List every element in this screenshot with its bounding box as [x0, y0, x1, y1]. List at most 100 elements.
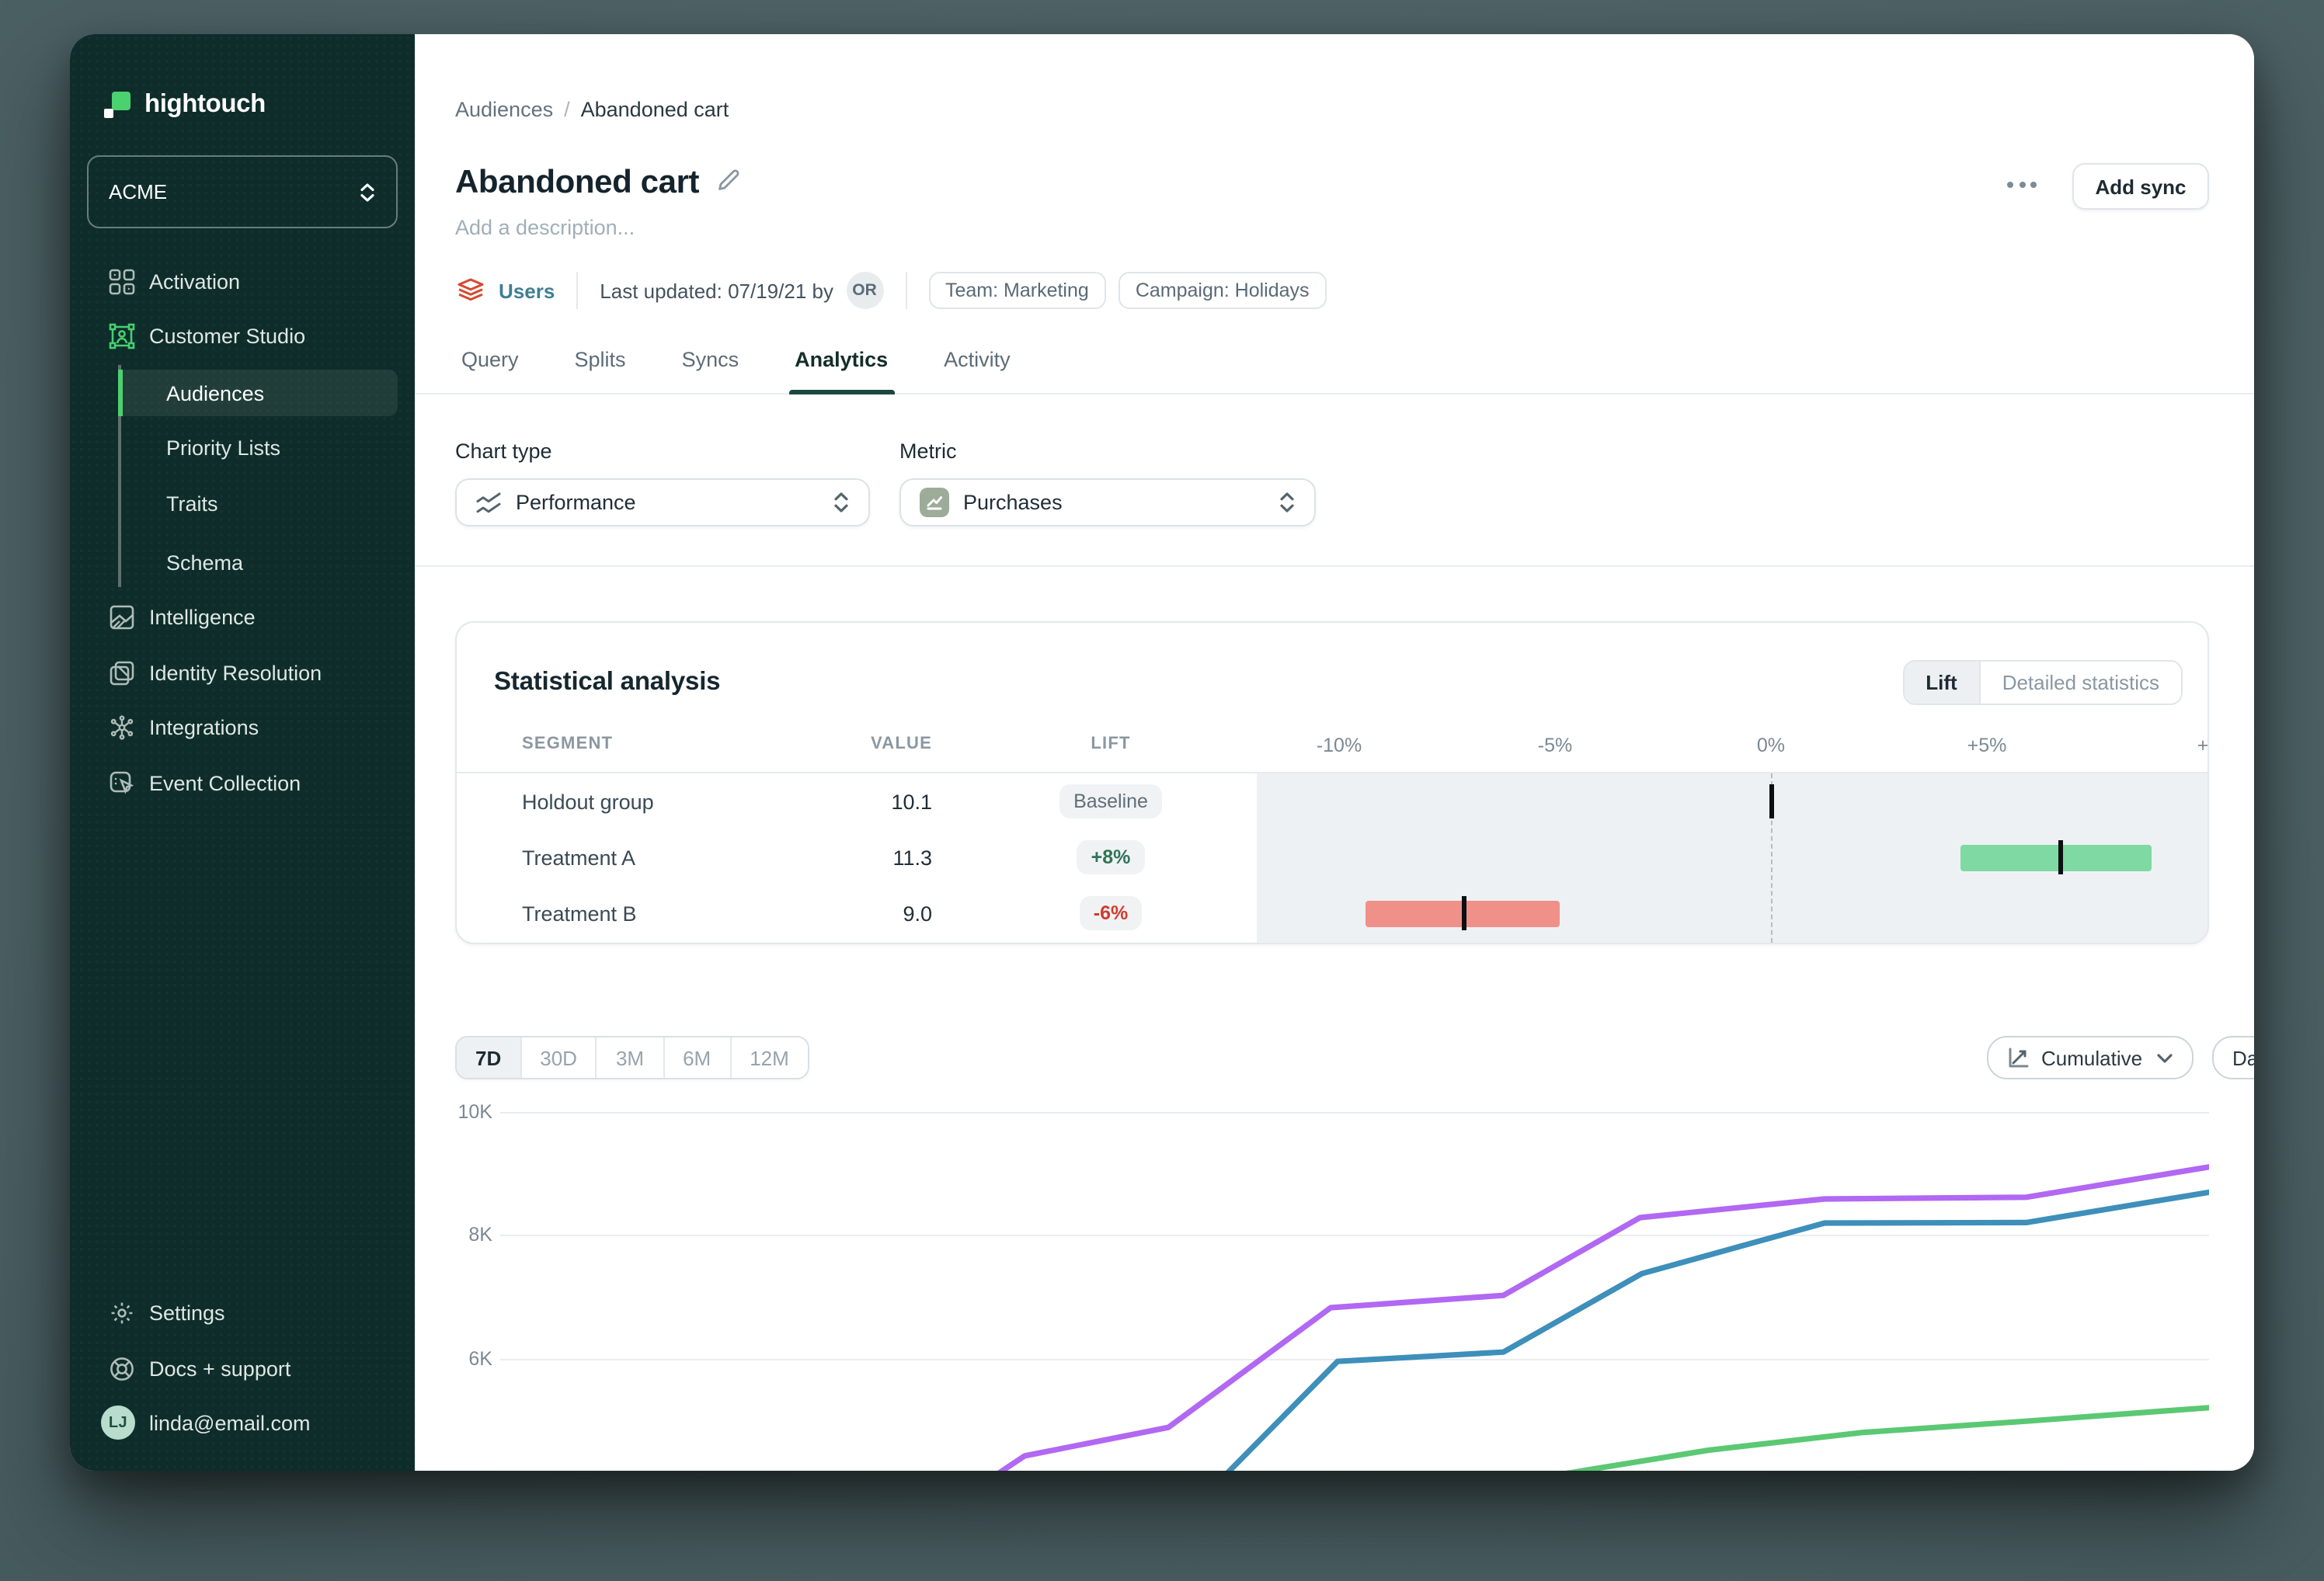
chart-type-select[interactable]: Performance [455, 478, 870, 526]
sidebar-item-integrations[interactable]: Integrations [70, 699, 415, 755]
tab-query[interactable]: Query [461, 343, 519, 393]
toggle-lift[interactable]: Lift [1904, 661, 1981, 703]
metric-select[interactable]: Purchases [899, 478, 1316, 526]
granularity-value: Daily [2232, 1046, 2254, 1069]
sidebar-item-label: Traits [166, 492, 218, 515]
sidebar-item-priority-lists[interactable]: Priority Lists [70, 419, 415, 475]
ytick-10k: 10K [457, 1101, 493, 1123]
stat-card-title: Statistical analysis [494, 667, 721, 695]
stat-card-header: Statistical analysis Lift Detailed stati… [457, 623, 2207, 722]
lift-badge: +8% [1072, 840, 1150, 874]
source-label: Users [499, 279, 555, 302]
workspace-name: ACME [109, 180, 168, 203]
segment-name: Treatment A [522, 846, 636, 869]
integrations-icon [109, 714, 135, 740]
meta-row: Users Last updated: 07/19/21 by OR Team:… [455, 270, 1327, 311]
breadcrumb: Audiences / Abandoned cart [455, 98, 729, 121]
source-chip[interactable]: Users [455, 275, 555, 306]
page-title-row: Abandoned cart [455, 165, 741, 202]
lift-badge: Baseline [1059, 784, 1162, 818]
ytick-6k: 6K [468, 1348, 492, 1370]
add-sync-button[interactable]: Add sync [2072, 163, 2209, 210]
divider [905, 272, 906, 309]
cumulative-value: Cumulative [2041, 1046, 2143, 1069]
breadcrumb-audiences-link[interactable]: Audiences [455, 98, 553, 121]
table-row: Treatment A 11.3 +8% [457, 829, 2207, 885]
chevron-up-down-icon [1280, 492, 1294, 513]
sidebar-item-intelligence[interactable]: Intelligence [70, 589, 415, 645]
tab-splits[interactable]: Splits [575, 343, 626, 393]
lifebuoy-icon [109, 1355, 135, 1381]
sidebar-item-traits[interactable]: Traits [70, 475, 415, 531]
chevron-down-icon [2157, 1053, 2173, 1062]
edit-title-icon[interactable] [716, 167, 741, 200]
performance-icon [476, 492, 501, 513]
lift-toggle-group: Lift Detailed statistics [1902, 659, 2183, 704]
axis-tick-label: -10% [1316, 735, 1362, 756]
chart-type-label: Chart type [455, 440, 552, 463]
app-window: hightouch ACME Activation Customer Studi… [70, 34, 2254, 1471]
cumulative-select[interactable]: Cumulative [1987, 1036, 2194, 1079]
chevron-up-down-icon [834, 492, 848, 513]
sidebar-item-label: Priority Lists [166, 436, 281, 459]
tag-team[interactable]: Team: Marketing [928, 272, 1106, 309]
tab-syncs[interactable]: Syncs [682, 343, 739, 393]
stat-table-header: SEGMENT VALUE LIFT -10% -5% 0% +5% + [457, 722, 2207, 773]
trend-line-purple [997, 1164, 2209, 1471]
granularity-select[interactable]: Daily [2212, 1036, 2254, 1079]
sidebar-item-settings[interactable]: Settings [70, 1284, 415, 1340]
tab-activity[interactable]: Activity [944, 343, 1011, 393]
tag-campaign[interactable]: Campaign: Holidays [1118, 272, 1327, 309]
column-value: VALUE [871, 735, 932, 753]
table-row: Treatment B 9.0 -6% [457, 885, 2207, 941]
range-7d[interactable]: 7D [457, 1037, 520, 1078]
sidebar-item-schema[interactable]: Schema [70, 534, 415, 590]
sidebar-item-customer-studio[interactable]: Customer Studio [70, 308, 415, 363]
tab-analytics[interactable]: Analytics [788, 343, 895, 394]
sidebar-item-activation[interactable]: Activation [70, 253, 415, 309]
sidebar: hightouch ACME Activation Customer Studi… [70, 34, 415, 1471]
range-12m[interactable]: 12M [729, 1037, 808, 1078]
description-placeholder[interactable]: Add a description... [455, 216, 635, 239]
page-title: Abandoned cart [455, 165, 700, 200]
workspace-selector[interactable]: ACME [87, 155, 398, 228]
updated-by-avatar[interactable]: OR [846, 272, 883, 309]
sidebar-item-account[interactable]: LJ linda@email.com [70, 1395, 415, 1451]
breadcrumb-current: Abandoned cart [580, 98, 729, 121]
time-range-group: 7D 30D 3M 6M 12M [455, 1036, 809, 1079]
sidebar-item-identity-resolution[interactable]: Identity Resolution [70, 645, 415, 700]
sidebar-item-label: Event Collection [149, 771, 301, 794]
hightouch-logo[interactable]: hightouch [104, 90, 266, 120]
range-6m[interactable]: 6M [663, 1037, 730, 1078]
sidebar-item-audiences[interactable]: Audiences [70, 365, 415, 421]
statistical-analysis-card: Statistical analysis Lift Detailed stati… [455, 621, 2209, 944]
ytick-8k: 8K [468, 1224, 492, 1246]
segment-name: Holdout group [522, 790, 654, 813]
sidebar-item-label: Identity Resolution [149, 661, 322, 684]
table-row: Holdout group 10.1 Baseline [457, 773, 2207, 829]
sidebar-item-label: Integrations [149, 715, 259, 738]
stage: hightouch ACME Activation Customer Studi… [0, 0, 2324, 1581]
trend-chart: 10K 8K 6K [455, 1087, 2254, 1471]
user-email: linda@email.com [149, 1411, 311, 1434]
divider [415, 565, 2254, 567]
trend-lines-svg [997, 1164, 2209, 1471]
tab-bar: Query Splits Syncs Analytics Activity [415, 343, 2254, 394]
sidebar-item-event-collection[interactable]: Event Collection [70, 755, 415, 811]
trend-line-green [1565, 1405, 2209, 1471]
range-3m[interactable]: 3M [595, 1037, 663, 1078]
hightouch-logo-text: hightouch [144, 90, 266, 118]
toggle-detailed-statistics[interactable]: Detailed statistics [1980, 661, 2181, 703]
more-actions-button[interactable] [2007, 182, 2037, 188]
range-30d[interactable]: 30D [520, 1037, 596, 1078]
column-lift: LIFT [1091, 735, 1131, 753]
avatar: LJ [101, 1406, 135, 1440]
sidebar-item-docs-support[interactable]: Docs + support [70, 1340, 415, 1396]
intelligence-icon [109, 603, 135, 630]
axis-tick-label: 0% [1756, 735, 1786, 756]
segment-value: 9.0 [903, 902, 932, 925]
layers-icon [457, 278, 484, 301]
axis-tick-label: +5% [1967, 735, 2007, 756]
activation-icon [109, 268, 135, 294]
stat-rows: Holdout group 10.1 Baseline Treatment A … [457, 773, 2207, 943]
